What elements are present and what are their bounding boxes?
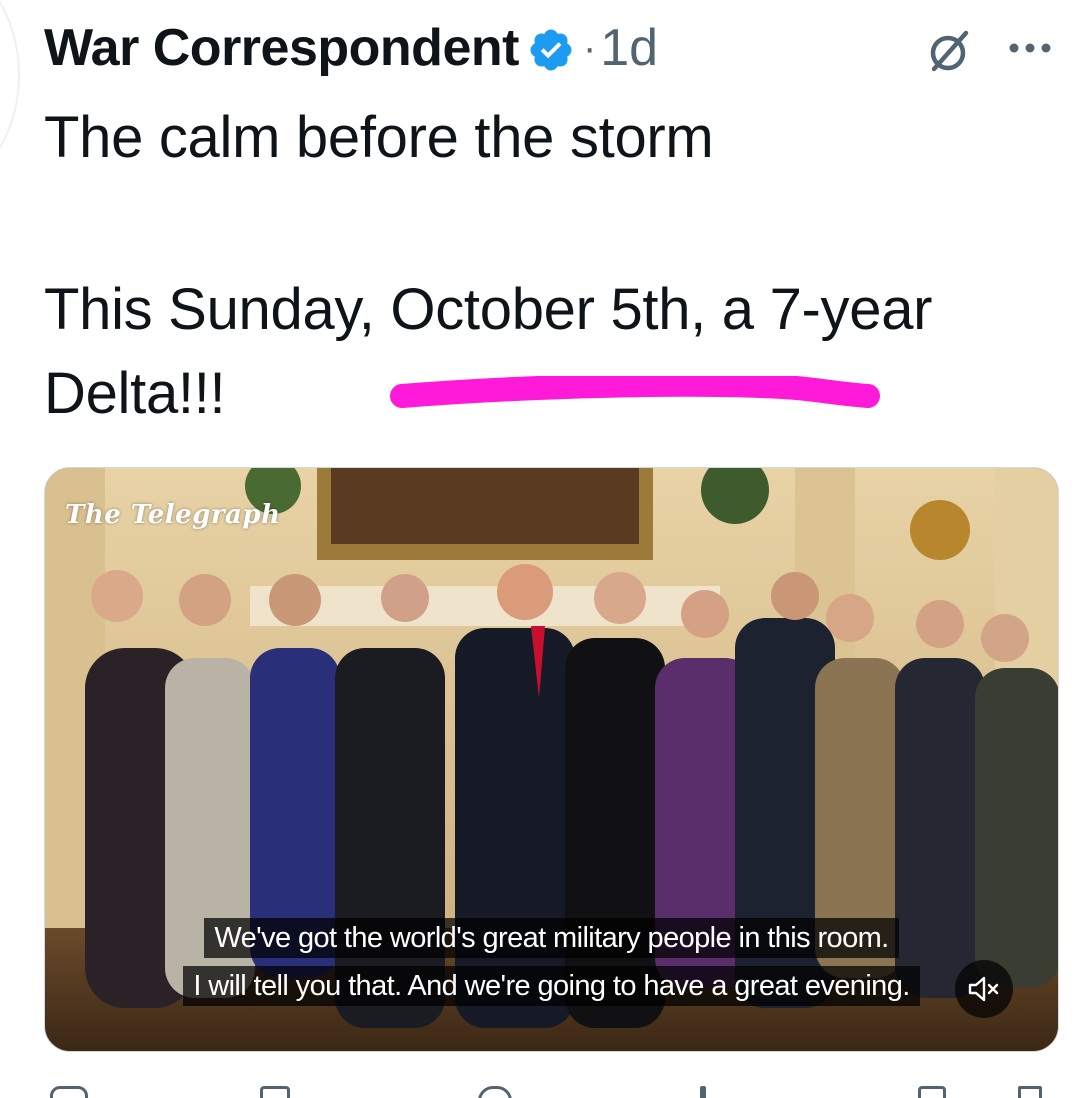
post-text-line-1: The calm before the storm [44,105,714,170]
avatar[interactable] [0,0,20,190]
action-bar [0,1082,1087,1098]
video-player[interactable]: The Telegraph We've got the world's grea… [44,467,1059,1052]
like-icon[interactable] [478,1086,512,1098]
caption-text-1: We've got the world's great military peo… [204,918,899,958]
video-frame-image [45,468,1058,1051]
share-icon[interactable] [1018,1086,1042,1098]
caption-text-2: I will tell you that. And we're going to… [183,966,920,1006]
more-icon[interactable] [1002,34,1058,62]
grok-icon[interactable] [926,27,974,75]
post-header: War Correspondent · 1d [44,14,658,82]
views-icon[interactable] [700,1086,706,1098]
post-text-line-2: This Sunday, October 5th, a 7-year [44,277,933,342]
header-separator: · [582,25,597,70]
highlight-underline-mark [390,376,880,408]
reply-icon[interactable] [50,1086,88,1098]
author-name[interactable]: War Correspondent [44,18,519,78]
mute-button[interactable] [955,960,1013,1018]
post-text-line-3: Delta!!! [44,361,226,426]
telegraph-watermark: The Telegraph [65,500,281,530]
tweet-page: War Correspondent · 1d The calm before t… [0,0,1087,1098]
video-caption-line-1: We've got the world's great military peo… [45,918,1058,958]
verified-badge-icon[interactable] [527,26,575,74]
video-caption-line-2: I will tell you that. And we're going to… [45,966,1058,1006]
repost-icon[interactable] [260,1086,290,1098]
post-timestamp[interactable]: 1d [600,18,658,78]
bookmark-icon[interactable] [918,1086,946,1098]
muted-speaker-icon [968,976,999,1002]
